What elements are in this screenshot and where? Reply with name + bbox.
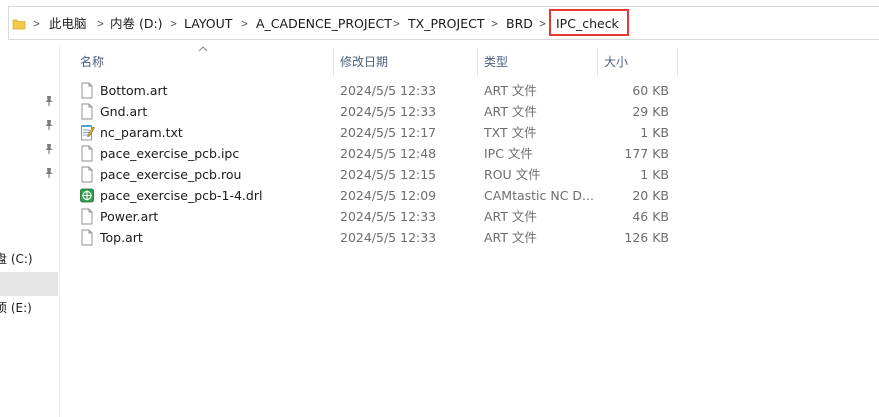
column-header-label: 修改日期 [340, 55, 389, 69]
file-modified-date: 2024/5/5 12:33 [340, 83, 437, 98]
file-row[interactable]: Bottom.art 2024/5/5 12:33 ART 文件 60 KB [74, 80, 679, 101]
file-size: 20 KB [632, 188, 669, 203]
file-size: 177 KB [624, 146, 669, 161]
blank-file-icon [79, 82, 95, 99]
file-row[interactable]: pace_exercise_pcb.ipc 2024/5/5 12:48 IPC 文… [74, 143, 679, 164]
file-size: 126 KB [624, 230, 669, 245]
blank-file-icon [79, 166, 95, 183]
file-type: TXT 文件 [484, 125, 537, 140]
file-name: pace_exercise_pcb-1-4.drl [100, 188, 263, 203]
file-type: ART 文件 [484, 230, 537, 245]
file-modified-date: 2024/5/5 12:17 [340, 125, 437, 140]
file-modified-date: 2024/5/5 12:33 [340, 209, 437, 224]
file-type: IPC 文件 [484, 146, 533, 161]
pin-icon[interactable] [42, 166, 56, 180]
sidebar-drive-other[interactable]: ) [0, 320, 58, 344]
chevron-right-icon[interactable]: > [170, 16, 177, 32]
sidebar-drive-label: 项 (E:) [0, 301, 32, 315]
chevron-right-icon[interactable]: > [539, 16, 546, 32]
file-name: nc_param.txt [100, 125, 183, 140]
file-name: pace_exercise_pcb.ipc [100, 146, 240, 161]
address-bar[interactable]: > 此电脑 > 内卷 (D:) > LAYOUT > A_CADENCE_PRO… [8, 6, 879, 40]
notepad-file-icon [79, 124, 95, 141]
chevron-right-icon[interactable]: > [97, 16, 104, 32]
sidebar-drive-d[interactable]: ) [0, 272, 58, 296]
file-type: ART 文件 [484, 209, 537, 224]
file-modified-date: 2024/5/5 12:48 [340, 146, 437, 161]
file-explorer-window: > 此电脑 > 内卷 (D:) > LAYOUT > A_CADENCE_PRO… [0, 0, 879, 417]
breadcrumb-ipc-check[interactable]: IPC_check [556, 16, 619, 32]
file-modified-date: 2024/5/5 12:15 [340, 167, 437, 182]
folder-icon [12, 19, 26, 30]
column-header-type[interactable]: 类型 [478, 48, 598, 76]
column-header-label: 大小 [604, 55, 629, 69]
file-modified-date: 2024/5/5 12:09 [340, 188, 437, 203]
file-row[interactable]: nc_param.txt 2024/5/5 12:17 TXT 文件 1 KB [74, 122, 679, 143]
blank-file-icon [79, 145, 95, 162]
chevron-right-icon[interactable]: > [393, 16, 400, 32]
breadcrumb-this-pc[interactable]: 此电脑 [49, 16, 87, 32]
file-modified-date: 2024/5/5 12:33 [340, 230, 437, 245]
file-type: CAMtastic NC D... [484, 188, 594, 203]
file-name: Gnd.art [100, 104, 148, 119]
breadcrumb-layout[interactable]: LAYOUT [184, 16, 232, 32]
chevron-right-icon[interactable]: > [491, 16, 498, 32]
breadcrumb-a-cadence-project[interactable]: A_CADENCE_PROJECT [256, 16, 392, 32]
blank-file-icon [79, 229, 95, 246]
column-header-label: 类型 [484, 55, 509, 69]
file-modified-date: 2024/5/5 12:33 [340, 104, 437, 119]
file-row[interactable]: pace_exercise_pcb.rou 2024/5/5 12:15 ROU 文… [74, 164, 679, 185]
file-row[interactable]: Power.art 2024/5/5 12:33 ART 文件 46 KB [74, 206, 679, 227]
file-name: Bottom.art [100, 83, 168, 98]
file-row[interactable]: pace_exercise_pcb-1-4.drl 2024/5/5 12:09 C… [74, 185, 679, 206]
breadcrumb-drive-d[interactable]: 内卷 (D:) [110, 16, 163, 32]
sidebar-drive-e[interactable]: 项 (E:) [0, 296, 58, 320]
pin-icon[interactable] [42, 118, 56, 132]
file-type: ART 文件 [484, 83, 537, 98]
sidebar-drive-c[interactable]: 盘 (C:) [0, 247, 58, 271]
file-row[interactable]: Gnd.art 2024/5/5 12:33 ART 文件 29 KB [74, 101, 679, 122]
chevron-right-icon[interactable]: > [241, 16, 248, 32]
column-header-modified[interactable]: 修改日期 [334, 48, 478, 76]
sidebar-drive-label: 盘 (C:) [0, 252, 33, 266]
file-row[interactable]: Top.art 2024/5/5 12:33 ART 文件 126 KB [74, 227, 679, 248]
column-header-size[interactable]: 大小 [598, 48, 678, 76]
breadcrumb-brd[interactable]: BRD [506, 16, 533, 32]
column-header-name[interactable]: 名称 [74, 48, 334, 76]
blank-file-icon [79, 103, 95, 120]
file-type: ART 文件 [484, 104, 537, 119]
chevron-right-icon[interactable]: > [33, 16, 40, 32]
pin-icon[interactable] [42, 142, 56, 156]
file-size: 46 KB [632, 209, 669, 224]
blank-file-icon [79, 208, 95, 225]
breadcrumb-tx-project[interactable]: TX_PROJECT [408, 16, 484, 32]
file-name: Power.art [100, 209, 159, 224]
file-name: Top.art [100, 230, 143, 245]
file-size: 60 KB [632, 83, 669, 98]
pin-icon[interactable] [42, 94, 56, 108]
file-type: ROU 文件 [484, 167, 541, 182]
camtastic-file-icon [79, 187, 95, 204]
file-name: pace_exercise_pcb.rou [100, 167, 242, 182]
file-size: 1 KB [640, 125, 669, 140]
file-size: 1 KB [640, 167, 669, 182]
navigation-pane: 盘 (C:) ) 项 (E:) ) [0, 44, 60, 417]
column-header-label: 名称 [80, 55, 105, 69]
file-size: 29 KB [632, 104, 669, 119]
